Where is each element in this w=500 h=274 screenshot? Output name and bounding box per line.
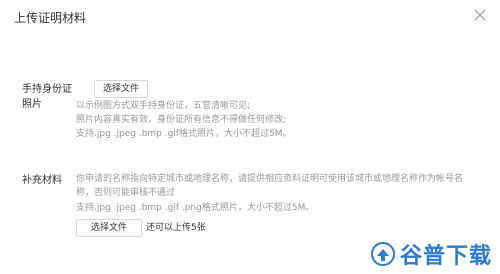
id-photo-hint-3: 支持.jpg .jpeg .bmp .gif格式照片，大小不超过5M。 [76,129,292,139]
id-photo-choose-file-button[interactable]: 选择文件 [94,80,148,98]
dialog-title: 上传证明材料 [14,11,87,25]
watermark-logo-icon [370,242,395,266]
supplement-formats: 支持.jpg .jpeg .bmp .gif .png格式照片，大小不超过5M。 [76,203,315,213]
supplement-choose-file-button[interactable]: 选择文件 [76,219,142,237]
upload-proof-dialog: 上传证明材料 手持身份证 照片 选择文件 以示例图方式双手持身份证，五官清晰可见… [0,0,500,274]
id-photo-hint-2: 照片内容真实有效，身份证所有信息不得做任何修改; [76,115,287,125]
id-photo-label-line1: 手持身份证 [22,84,72,95]
supplement-label: 补充材料 [22,175,62,186]
id-photo-hint-1: 以示例图方式双手持身份证，五官清晰可见; [76,101,251,111]
id-photo-label-line2: 照片 [22,99,42,110]
close-icon[interactable] [472,7,488,23]
watermark-text: 谷普下载 [399,244,492,269]
supplement-description: 你申请的名称指向特定城市或地理名称，请提供相应资料证明可使用该城市或地理名称作为… [76,174,464,198]
upload-limit-text: 还可以上传5张 [146,223,206,233]
watermark: 谷普下载 [370,238,492,270]
id-photo-label: 手持身份证 照片 [22,82,72,112]
